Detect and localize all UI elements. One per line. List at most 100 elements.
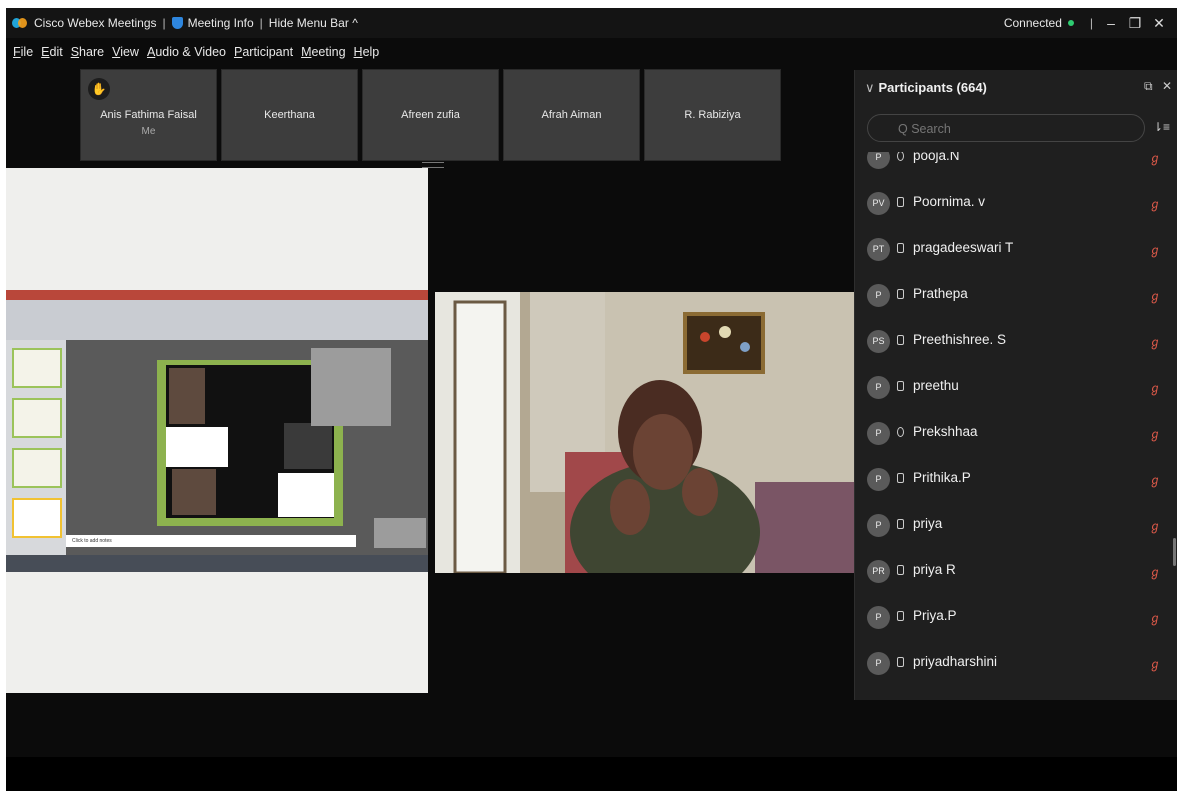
- participant-name: preethu: [913, 378, 959, 393]
- title-separator: |: [259, 16, 263, 30]
- mic-icon: [897, 427, 904, 437]
- phone-icon: [897, 289, 904, 299]
- participant-row[interactable]: P Priya.P ℊ: [855, 594, 1161, 640]
- avatar: P: [867, 514, 890, 537]
- participant-name: priyadharshini: [913, 654, 998, 669]
- shared-powerpoint-window: Click to add notes: [6, 290, 428, 572]
- muted-mic-icon[interactable]: ℊ: [1149, 195, 1161, 212]
- muted-mic-icon[interactable]: ℊ: [1149, 379, 1161, 396]
- ppt-notes-field: Click to add notes: [66, 535, 356, 547]
- muted-mic-icon[interactable]: ℊ: [1149, 471, 1161, 488]
- pop-out-icon[interactable]: ⧉: [1144, 79, 1153, 93]
- video-tile-keerthana[interactable]: Keerthana: [221, 69, 358, 161]
- avatar: P: [867, 422, 890, 445]
- speaker-video-frame: [435, 292, 855, 573]
- participant-row[interactable]: PR priya R ℊ: [855, 548, 1161, 594]
- avatar: PT: [867, 238, 890, 261]
- title-separator: |: [1089, 16, 1093, 30]
- avatar: PR: [867, 560, 890, 583]
- menu-meeting[interactable]: Meeting: [300, 45, 346, 59]
- participant-row[interactable]: P priya ℊ: [855, 502, 1161, 548]
- restore-icon[interactable]: ❐: [1123, 15, 1147, 32]
- video-tile-rabiziya[interactable]: R. Rabiziya: [644, 69, 781, 161]
- muted-mic-icon[interactable]: ℊ: [1149, 333, 1161, 350]
- slide-thumbnail: [12, 398, 62, 438]
- close-icon[interactable]: ✕: [1147, 15, 1171, 32]
- menu-help[interactable]: Help: [353, 45, 381, 59]
- participant-search[interactable]: [867, 114, 1145, 142]
- slide-photo: [172, 469, 216, 515]
- active-speaker-video[interactable]: [435, 292, 855, 573]
- ppt-slide-thumbnails: [6, 340, 66, 555]
- participant-row[interactable]: PV Poornima. v ℊ: [855, 180, 1161, 226]
- participant-row[interactable]: P Prithika.P ℊ: [855, 456, 1161, 502]
- tile-name: Keerthana: [264, 109, 315, 121]
- menu-view[interactable]: View: [111, 45, 140, 59]
- muted-mic-icon[interactable]: ℊ: [1149, 517, 1161, 534]
- phone-icon: [897, 657, 904, 667]
- participant-list-scrollbar[interactable]: [1173, 538, 1176, 566]
- slide-thumbnail: [12, 498, 62, 538]
- menu-audio-video[interactable]: Audio & Video: [146, 45, 227, 59]
- meeting-info-link[interactable]: Meeting Info: [188, 16, 254, 30]
- phone-icon: [897, 611, 904, 621]
- phone-icon: [897, 473, 904, 483]
- sort-icon[interactable]: ⇂≡: [1153, 120, 1170, 134]
- video-tile-anis[interactable]: ✋ Anis Fathima Faisal Me: [80, 69, 217, 161]
- avatar: PV: [867, 192, 890, 215]
- search-input[interactable]: [896, 119, 1140, 139]
- muted-mic-icon[interactable]: ℊ: [1149, 152, 1161, 166]
- phone-icon: [897, 381, 904, 391]
- ppt-status-bar: [6, 555, 428, 572]
- participant-row[interactable]: PS Preethishree. S ℊ: [855, 318, 1161, 364]
- slide-white-box: [166, 427, 228, 467]
- menu-file[interactable]: File: [12, 45, 34, 59]
- participants-header[interactable]: ∨ Participants (664): [865, 80, 987, 96]
- participants-panel: ∨Participants (664) ⧉ ✕ ⇂≡ P pooja.N ℊ P…: [854, 70, 1177, 700]
- avatar: P: [867, 468, 890, 491]
- participant-name: Priya.P: [913, 608, 957, 623]
- chevron-up-icon: ^: [352, 16, 358, 30]
- muted-mic-icon[interactable]: ℊ: [1149, 425, 1161, 442]
- connection-status: Connected: [1003, 16, 1062, 30]
- video-tile-afreen[interactable]: Afreen zufia: [362, 69, 499, 161]
- title-separator: |: [162, 16, 166, 30]
- tile-name: Anis Fathima Faisal: [100, 109, 197, 121]
- muted-mic-icon[interactable]: ℊ: [1149, 609, 1161, 626]
- muted-mic-icon[interactable]: ℊ: [1149, 241, 1161, 258]
- close-panel-icon[interactable]: ✕: [1162, 79, 1172, 93]
- participant-name: priya R: [913, 562, 956, 577]
- slide-thumbnail: [12, 348, 62, 388]
- video-tile-afrah[interactable]: Afrah Aiman: [503, 69, 640, 161]
- participant-row[interactable]: P Prekshhaa ℊ: [855, 410, 1161, 456]
- avatar: P: [867, 152, 890, 169]
- menu-participant[interactable]: Participant: [233, 45, 294, 59]
- mic-icon: [897, 152, 904, 161]
- phone-icon: [897, 197, 904, 207]
- participant-row[interactable]: P pooja.N ℊ: [855, 152, 1161, 180]
- screen-artifact: [311, 348, 391, 426]
- slide-photo: [284, 423, 332, 469]
- minimize-icon[interactable]: –: [1099, 15, 1123, 31]
- participant-row[interactable]: PT pragadeeswari T ℊ: [855, 226, 1161, 272]
- phone-icon: [897, 565, 904, 575]
- muted-mic-icon[interactable]: ℊ: [1149, 287, 1161, 304]
- raised-hand-icon: ✋: [88, 78, 110, 100]
- avatar: P: [867, 652, 890, 675]
- participant-row[interactable]: P preethu ℊ: [855, 364, 1161, 410]
- muted-mic-icon[interactable]: ℊ: [1149, 655, 1161, 672]
- bottom-bar: [6, 757, 1177, 791]
- ppt-ribbon: [6, 290, 428, 340]
- muted-mic-icon[interactable]: ℊ: [1149, 563, 1161, 580]
- slide-thumbnail: [12, 448, 62, 488]
- chevron-down-icon[interactable]: ∨: [865, 80, 875, 95]
- menu-share[interactable]: Share: [70, 45, 105, 59]
- participant-row[interactable]: P Prathepa ℊ: [855, 272, 1161, 318]
- tile-name: Afrah Aiman: [541, 109, 602, 121]
- menu-edit[interactable]: Edit: [40, 45, 64, 59]
- title-bar: Cisco Webex Meetings | Meeting Info | Hi…: [6, 8, 1177, 38]
- hide-menu-bar-button[interactable]: Hide Menu Bar ^: [269, 16, 358, 30]
- participant-row[interactable]: P priyadharshini ℊ: [855, 640, 1161, 686]
- slide-white-box: [278, 473, 334, 517]
- tile-me-label: Me: [141, 126, 156, 137]
